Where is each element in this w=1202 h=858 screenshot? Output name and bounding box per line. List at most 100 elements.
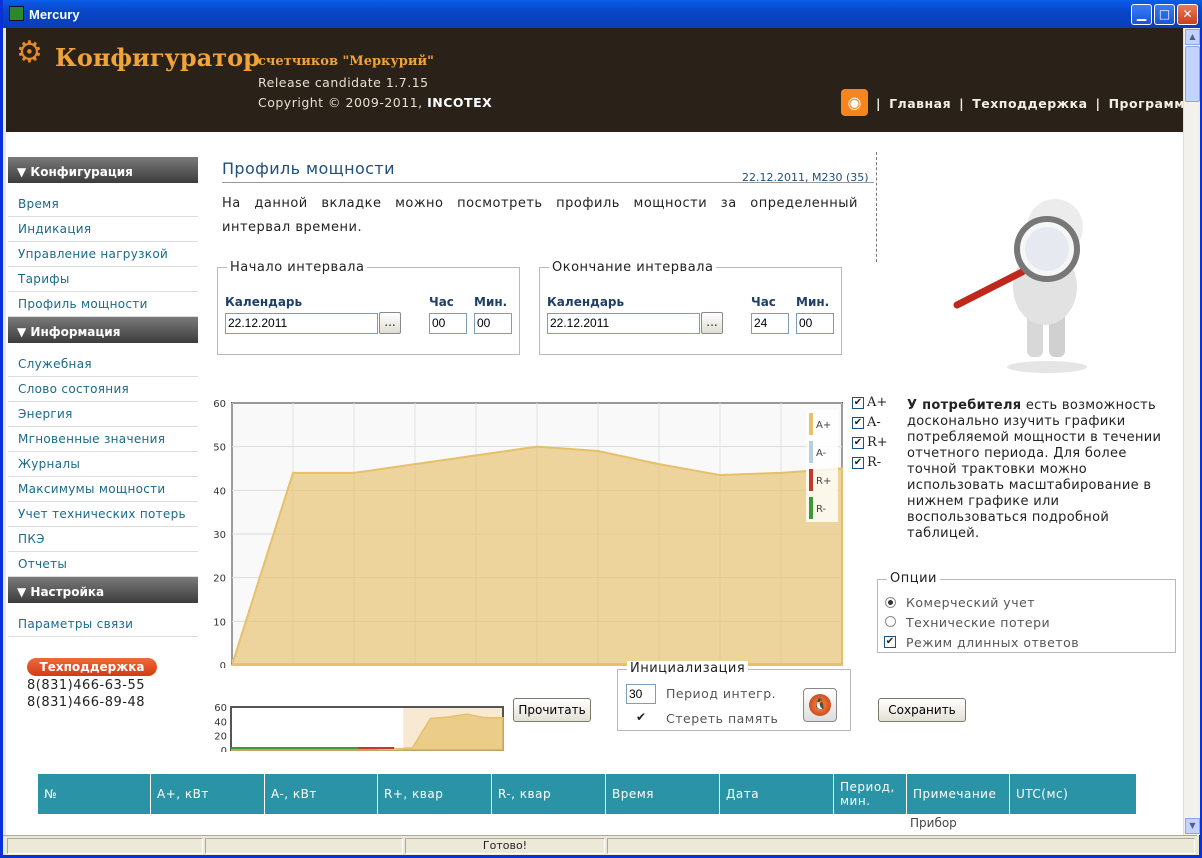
calendar-label: Календарь bbox=[225, 295, 303, 309]
end-calendar-button[interactable]: ... bbox=[701, 312, 723, 334]
col-header-a-minus[interactable]: A-, кВт bbox=[265, 774, 378, 814]
status-cell bbox=[205, 838, 403, 854]
table-row[interactable]: Прибор bbox=[38, 814, 1136, 830]
col-header-time[interactable]: Время bbox=[606, 774, 720, 814]
vertical-scrollbar[interactable]: ▲ ▼ bbox=[1183, 28, 1200, 835]
sidebar-item-time[interactable]: Время bbox=[8, 192, 198, 217]
close-icon[interactable]: ✕ bbox=[1177, 4, 1198, 25]
start-min-input[interactable]: 00 bbox=[474, 313, 512, 334]
col-header-note[interactable]: Примечание bbox=[907, 774, 1010, 814]
title-bar[interactable]: Mercury ▁ □ ✕ bbox=[3, 0, 1202, 28]
start-hour-input[interactable]: 00 bbox=[429, 313, 467, 334]
end-hour-input[interactable]: 24 bbox=[751, 313, 789, 334]
legend-swatch bbox=[809, 413, 813, 435]
col-header-utc[interactable]: UTC(мс) bbox=[1010, 774, 1136, 814]
sidebar-item-pke[interactable]: ПКЭ bbox=[8, 527, 198, 552]
maximize-icon[interactable]: □ bbox=[1154, 4, 1175, 25]
col-header-r-minus[interactable]: R-, квар bbox=[492, 774, 606, 814]
copyright: Copyright © 2009-2011, INCOTEX bbox=[258, 95, 492, 110]
overview-y-tick-label: 0 bbox=[221, 746, 227, 752]
nav-separator: | bbox=[1095, 96, 1101, 111]
top-nav: | Главная | Техподдержка | Программа bbox=[872, 96, 1198, 111]
toggle-a-plus-checkbox[interactable]: ✔ bbox=[852, 397, 864, 409]
end-date-input[interactable]: 22.12.2011 bbox=[547, 313, 700, 334]
site-logo: Конфигуратор bbox=[55, 43, 260, 72]
sidebar-item-power-profile[interactable]: Профиль мощности bbox=[8, 292, 198, 317]
col-header-date[interactable]: Дата bbox=[720, 774, 834, 814]
section-title: Информация bbox=[30, 325, 121, 339]
scroll-up-icon[interactable]: ▲ bbox=[1185, 29, 1200, 45]
commercial-label: Комерческий учет bbox=[906, 595, 1036, 610]
erase-memory-checkbox[interactable]: ✔ bbox=[635, 711, 647, 724]
gear-icon: ⚙ bbox=[16, 35, 43, 70]
status-bar: Готово! bbox=[3, 835, 1197, 855]
toggle-a-plus-label: A+ bbox=[867, 395, 888, 410]
sidebar-item-journals[interactable]: Журналы bbox=[8, 452, 198, 477]
toggle-a-minus-label: A- bbox=[867, 415, 881, 430]
sidebar-item-energy[interactable]: Энергия bbox=[8, 402, 198, 427]
section-title: Настройка bbox=[30, 585, 105, 599]
start-calendar-button[interactable]: ... bbox=[379, 312, 401, 334]
init-button[interactable]: 🐧 bbox=[803, 688, 837, 722]
sidebar-item-tech-losses[interactable]: Учет технических потерь bbox=[8, 502, 198, 527]
scroll-thumb[interactable] bbox=[1185, 46, 1200, 102]
nav-support-link[interactable]: Техподдержка bbox=[968, 96, 1091, 111]
sidebar-item-power-max[interactable]: Максимумы мощности bbox=[8, 477, 198, 502]
legend-label: A+ bbox=[816, 420, 831, 431]
overview-y-tick-label: 60 bbox=[214, 703, 227, 714]
calendar-label: Календарь bbox=[547, 295, 625, 309]
toggle-r-minus-checkbox[interactable]: ✔ bbox=[852, 457, 864, 469]
y-tick-label: 0 bbox=[220, 661, 226, 668]
col-header-num[interactable]: № bbox=[38, 774, 151, 814]
interval-end-legend: Окончание интервала bbox=[549, 260, 717, 275]
app-icon bbox=[9, 6, 24, 21]
power-profile-chart[interactable]: 010203040506010:0010:3011:0011:3012:0012… bbox=[202, 368, 852, 668]
overview-chart[interactable]: 02040600:002:004:006:008:0010:0012:0014:… bbox=[206, 672, 516, 752]
sidebar-item-tariffs[interactable]: Тарифы bbox=[8, 267, 198, 292]
hour-label: Час bbox=[751, 295, 776, 309]
toggle-r-plus-checkbox[interactable]: ✔ bbox=[852, 437, 864, 449]
y-tick-label: 60 bbox=[213, 399, 226, 410]
commercial-radio[interactable] bbox=[885, 597, 896, 608]
release-version: Release candidate 1.7.15 bbox=[258, 75, 429, 90]
sidebar-item-connection-params[interactable]: Параметры связи bbox=[8, 612, 198, 637]
col-header-period[interactable]: Период, мин. bbox=[834, 774, 907, 814]
read-button[interactable]: Прочитать bbox=[513, 698, 591, 722]
col-header-a-plus[interactable]: A+, кВт bbox=[151, 774, 265, 814]
legend-swatch bbox=[809, 497, 813, 519]
long-answers-checkbox[interactable]: ✔ bbox=[884, 636, 896, 648]
sidebar-item-indication[interactable]: Индикация bbox=[8, 217, 198, 242]
sidebar-item-reports[interactable]: Отчеты bbox=[8, 552, 198, 577]
sidebar-section-config[interactable]: ▼ Конфигурация bbox=[8, 157, 198, 183]
support-button[interactable]: Техподдержка bbox=[27, 658, 157, 676]
save-button[interactable]: Сохранить bbox=[878, 698, 966, 722]
legend-label: R- bbox=[816, 504, 827, 515]
series-area-A+ bbox=[230, 445, 843, 666]
nav-home-link[interactable]: Главная bbox=[885, 96, 955, 111]
legend-label: R+ bbox=[816, 476, 831, 487]
sidebar-item-instant-values[interactable]: Мгновенные значения bbox=[8, 427, 198, 452]
start-date-input[interactable]: 22.12.2011 bbox=[225, 313, 378, 334]
sidebar-item-service[interactable]: Служебная bbox=[8, 352, 198, 377]
legend-swatch bbox=[809, 441, 813, 463]
sidebar-section-info[interactable]: ▼ Информация bbox=[8, 317, 198, 343]
status-cell bbox=[7, 838, 203, 854]
sidebar-item-load-control[interactable]: Управление нагрузкой bbox=[8, 242, 198, 267]
col-header-r-plus[interactable]: R+, квар bbox=[378, 774, 492, 814]
toggle-a-minus-checkbox[interactable]: ✔ bbox=[852, 417, 864, 429]
title-divider bbox=[222, 182, 874, 183]
tech-losses-radio[interactable] bbox=[885, 616, 896, 627]
tech-losses-label: Технические потери bbox=[906, 615, 1051, 630]
status-cell bbox=[607, 838, 1195, 854]
init-legend: Инициализация bbox=[627, 661, 749, 676]
rss-icon[interactable]: ◉ bbox=[841, 89, 868, 116]
period-input[interactable]: 30 bbox=[626, 684, 656, 704]
end-min-input[interactable]: 00 bbox=[796, 313, 834, 334]
web-content: ⚙ Конфигуратор счетчиков "Меркурий" Rele… bbox=[6, 28, 1200, 835]
sidebar-section-settings[interactable]: ▼ Настройка bbox=[8, 577, 198, 603]
overview-y-tick-label: 20 bbox=[214, 732, 227, 743]
scroll-down-icon[interactable]: ▼ bbox=[1185, 818, 1200, 834]
minimize-icon[interactable]: ▁ bbox=[1131, 4, 1152, 25]
page-title: Профиль мощности bbox=[222, 159, 395, 178]
sidebar-item-status-word[interactable]: Слово состояния bbox=[8, 377, 198, 402]
